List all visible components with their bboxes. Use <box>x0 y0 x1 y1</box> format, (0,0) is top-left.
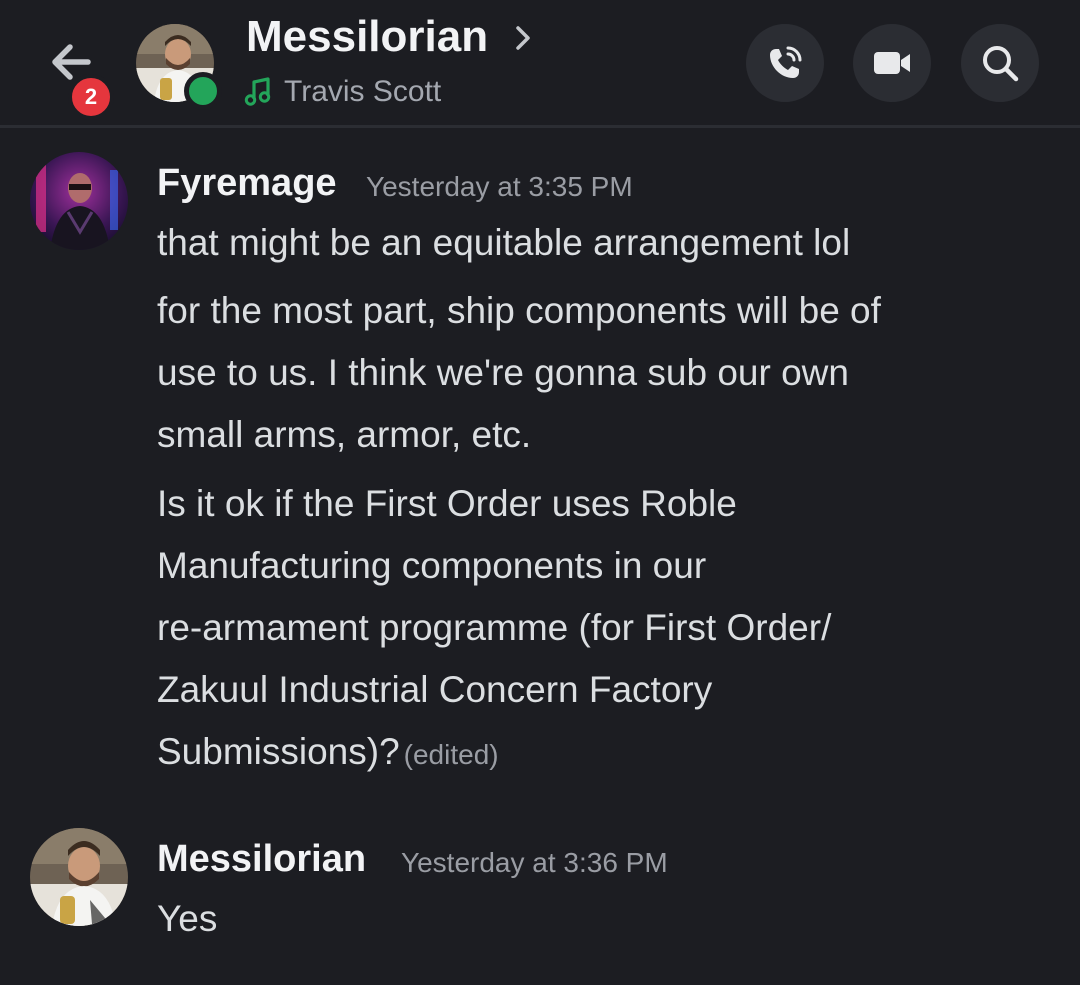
message-author[interactable]: Messilorian <box>157 838 366 881</box>
activity-text: Travis Scott <box>284 75 442 108</box>
message-text: Is it ok if the First Order uses Roble <box>157 483 737 524</box>
online-status-dot <box>184 72 222 110</box>
message-text: that might be an equitable arrangement l… <box>157 222 851 263</box>
chevron-right-icon[interactable] <box>508 20 538 56</box>
message-text-last: Submissions)? (edited) <box>157 733 499 770</box>
unread-badge: 2 <box>68 74 114 120</box>
search-icon <box>983 46 1019 82</box>
message-text: re-armament programme (for First Order/ <box>157 607 832 648</box>
music-note-icon <box>244 77 271 106</box>
message-text: for the most part, ship components will … <box>157 290 881 331</box>
message-text: Manufacturing components in our <box>157 545 707 586</box>
avatar[interactable] <box>30 828 128 926</box>
message-text: small arms, armor, etc. <box>157 414 532 455</box>
video-call-button[interactable] <box>853 24 931 102</box>
avatar[interactable] <box>30 152 128 250</box>
edited-label: (edited) <box>403 739 499 770</box>
channel-name[interactable]: Messilorian <box>246 12 488 62</box>
activity-status: Travis Scott <box>244 74 441 110</box>
call-button[interactable] <box>746 24 824 102</box>
video-camera-icon <box>874 52 910 74</box>
message-timestamp: Yesterday at 3:36 PM <box>401 847 668 878</box>
message-text: Submissions)? <box>157 731 400 772</box>
message-text: use to us. I think we're gonna sub our o… <box>157 352 849 393</box>
message-author[interactable]: Fyremage <box>157 162 337 205</box>
message-text: Zakuul Industrial Concern Factory <box>157 669 713 710</box>
message-timestamp: Yesterday at 3:35 PM <box>366 171 633 202</box>
chat-header: 2 Messilorian Travis Scott <box>0 0 1080 128</box>
phone-call-icon <box>770 46 802 78</box>
search-button[interactable] <box>961 24 1039 102</box>
message-text: Yes <box>157 898 218 939</box>
